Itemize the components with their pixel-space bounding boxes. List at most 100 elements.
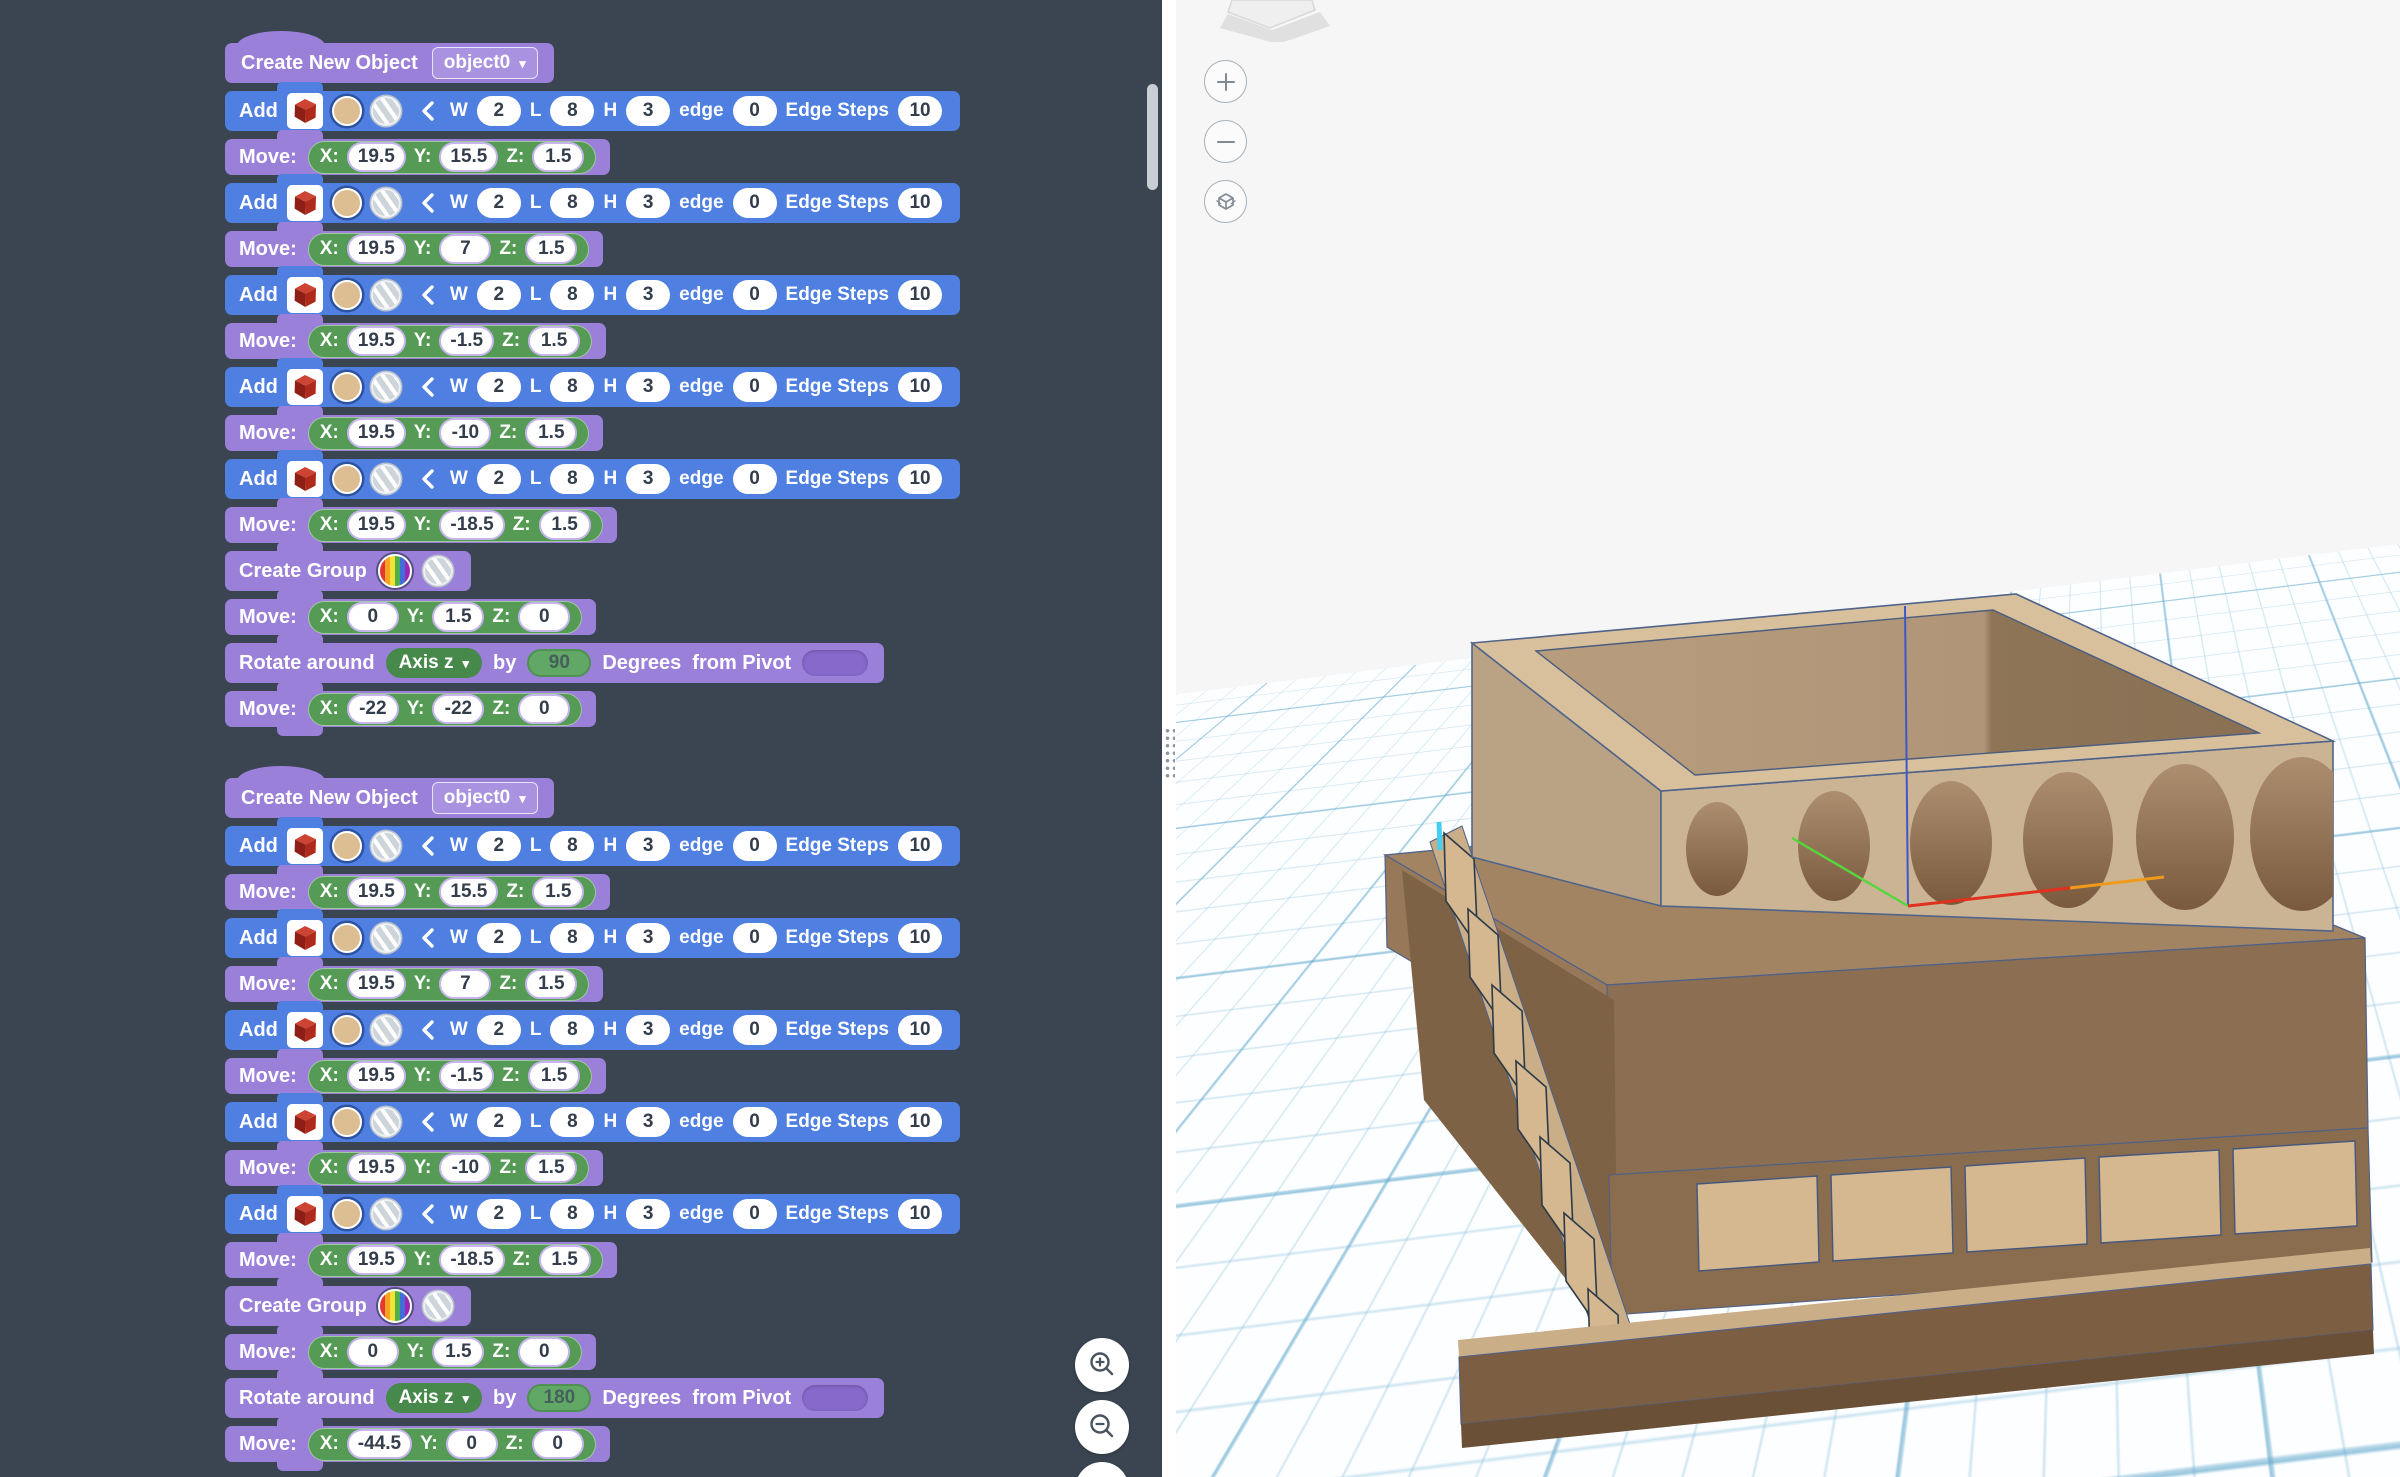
edge-value-pill[interactable]: 0 (733, 372, 777, 402)
edge-steps-value-pill[interactable]: 10 (898, 923, 942, 953)
h-value-pill[interactable]: 3 (626, 188, 670, 218)
w-value-pill[interactable]: 2 (477, 1015, 521, 1045)
h-value-pill[interactable]: 3 (626, 464, 670, 494)
box-shape-icon[interactable] (287, 185, 323, 221)
move-block[interactable]: Move:X:19.5Y:-10Z:1.5 (225, 415, 603, 451)
h-value-pill[interactable]: 3 (626, 1015, 670, 1045)
move-block[interactable]: Move:X:19.5Y:-10Z:1.5 (225, 1150, 603, 1186)
add-shape-block[interactable]: AddW2L8H3edge0Edge Steps10 (225, 367, 960, 407)
add-shape-block[interactable]: AddW2L8H3edge0Edge Steps10 (225, 91, 960, 131)
y-value-pill[interactable]: -18.5 (439, 510, 504, 540)
z-value-pill[interactable]: 1.5 (525, 418, 577, 448)
material-swatch-icon[interactable] (423, 556, 453, 586)
create-new-object-block[interactable]: Create New Objectobject0▾ (225, 43, 554, 83)
edge-value-pill[interactable]: 0 (733, 188, 777, 218)
y-value-pill[interactable]: 15.5 (439, 142, 498, 172)
material-swatch-icon[interactable] (371, 464, 401, 494)
material-swatch-icon[interactable] (371, 1199, 401, 1229)
move-block[interactable]: Move:X:19.5Y:7Z:1.5 (225, 231, 603, 267)
axis-dropdown[interactable]: Axis z▾ (386, 648, 482, 678)
edge-steps-value-pill[interactable]: 10 (898, 96, 942, 126)
color-swatch[interactable] (332, 923, 362, 953)
edge-steps-value-pill[interactable]: 10 (898, 1015, 942, 1045)
x-value-pill[interactable]: -44.5 (347, 1429, 412, 1459)
x-value-pill[interactable]: 0 (347, 602, 399, 632)
collapse-chevron-icon[interactable] (420, 835, 435, 857)
z-value-pill[interactable]: 1.5 (539, 1245, 591, 1275)
y-value-pill[interactable]: -1.5 (439, 326, 494, 356)
blocks-zoom-out-button[interactable] (1075, 1400, 1129, 1454)
h-value-pill[interactable]: 3 (626, 1107, 670, 1137)
object-name-dropdown[interactable]: object0▾ (432, 47, 538, 79)
y-value-pill[interactable]: -1.5 (439, 1061, 494, 1091)
group-color-swatch-icon[interactable] (378, 1289, 412, 1323)
color-swatch[interactable] (332, 464, 362, 494)
edge-steps-value-pill[interactable]: 10 (898, 1199, 942, 1229)
collapse-chevron-icon[interactable] (420, 927, 435, 949)
y-value-pill[interactable]: -22 (432, 694, 484, 724)
w-value-pill[interactable]: 2 (477, 96, 521, 126)
view-cube[interactable] (1210, 0, 1340, 42)
y-value-pill[interactable]: 0 (446, 1429, 498, 1459)
z-value-pill[interactable]: 1.5 (532, 877, 584, 907)
move-block[interactable]: Move:X:19.5Y:-18.5Z:1.5 (225, 1242, 617, 1278)
w-value-pill[interactable]: 2 (477, 188, 521, 218)
color-swatch[interactable] (332, 96, 362, 126)
x-value-pill[interactable]: 19.5 (347, 877, 406, 907)
z-value-pill[interactable]: 1.5 (532, 142, 584, 172)
material-swatch-icon[interactable] (371, 831, 401, 861)
collapse-chevron-icon[interactable] (420, 468, 435, 490)
blocks-zoom-in-button[interactable] (1075, 1338, 1129, 1392)
material-swatch-icon[interactable] (423, 1291, 453, 1321)
material-swatch-icon[interactable] (371, 372, 401, 402)
z-value-pill[interactable]: 1.5 (528, 1061, 580, 1091)
box-shape-icon[interactable] (287, 920, 323, 956)
edge-steps-value-pill[interactable]: 10 (898, 464, 942, 494)
material-swatch-icon[interactable] (371, 96, 401, 126)
move-block[interactable]: Move:X:19.5Y:15.5Z:1.5 (225, 874, 610, 910)
move-block[interactable]: Move:X:19.5Y:-1.5Z:1.5 (225, 1058, 606, 1094)
y-value-pill[interactable]: 1.5 (432, 602, 484, 632)
z-value-pill[interactable]: 1.5 (539, 510, 591, 540)
edge-steps-value-pill[interactable]: 10 (898, 280, 942, 310)
edge-value-pill[interactable]: 0 (733, 1107, 777, 1137)
collapse-chevron-icon[interactable] (420, 376, 435, 398)
l-value-pill[interactable]: 8 (550, 923, 594, 953)
axis-dropdown[interactable]: Axis z▾ (386, 1383, 482, 1413)
w-value-pill[interactable]: 2 (477, 372, 521, 402)
h-value-pill[interactable]: 3 (626, 372, 670, 402)
edge-steps-value-pill[interactable]: 10 (898, 1107, 942, 1137)
box-shape-icon[interactable] (287, 93, 323, 129)
color-swatch[interactable] (332, 280, 362, 310)
move-block[interactable]: Move:X:0Y:1.5Z:0 (225, 599, 596, 635)
add-shape-block[interactable]: AddW2L8H3edge0Edge Steps10 (225, 275, 960, 315)
z-value-pill[interactable]: 0 (518, 1337, 570, 1367)
h-value-pill[interactable]: 3 (626, 923, 670, 953)
edge-value-pill[interactable]: 0 (733, 96, 777, 126)
y-value-pill[interactable]: -10 (439, 418, 491, 448)
collapse-chevron-icon[interactable] (420, 1019, 435, 1041)
y-value-pill[interactable]: 15.5 (439, 877, 498, 907)
h-value-pill[interactable]: 3 (626, 1199, 670, 1229)
rotate-block[interactable]: Rotate aroundAxis z▾by90Degreesfrom Pivo… (225, 643, 884, 683)
add-shape-block[interactable]: AddW2L8H3edge0Edge Steps10 (225, 1010, 960, 1050)
move-block[interactable]: Move:X:19.5Y:-18.5Z:1.5 (225, 507, 617, 543)
material-swatch-icon[interactable] (371, 280, 401, 310)
box-shape-icon[interactable] (287, 828, 323, 864)
3d-viewport[interactable] (1162, 0, 2400, 1477)
color-swatch[interactable] (332, 831, 362, 861)
add-shape-block[interactable]: AddW2L8H3edge0Edge Steps10 (225, 918, 960, 958)
y-value-pill[interactable]: 1.5 (432, 1337, 484, 1367)
move-block[interactable]: Move:X:0Y:1.5Z:0 (225, 1334, 596, 1370)
x-value-pill[interactable]: -22 (347, 694, 399, 724)
box-shape-icon[interactable] (287, 369, 323, 405)
add-shape-block[interactable]: AddW2L8H3edge0Edge Steps10 (225, 826, 960, 866)
x-value-pill[interactable]: 19.5 (347, 1153, 406, 1183)
w-value-pill[interactable]: 2 (477, 831, 521, 861)
z-value-pill[interactable]: 1.5 (525, 1153, 577, 1183)
material-swatch-icon[interactable] (371, 1015, 401, 1045)
degrees-value-pill[interactable]: 180 (527, 1384, 591, 1412)
y-value-pill[interactable]: -10 (439, 1153, 491, 1183)
add-shape-block[interactable]: AddW2L8H3edge0Edge Steps10 (225, 183, 960, 223)
l-value-pill[interactable]: 8 (550, 280, 594, 310)
